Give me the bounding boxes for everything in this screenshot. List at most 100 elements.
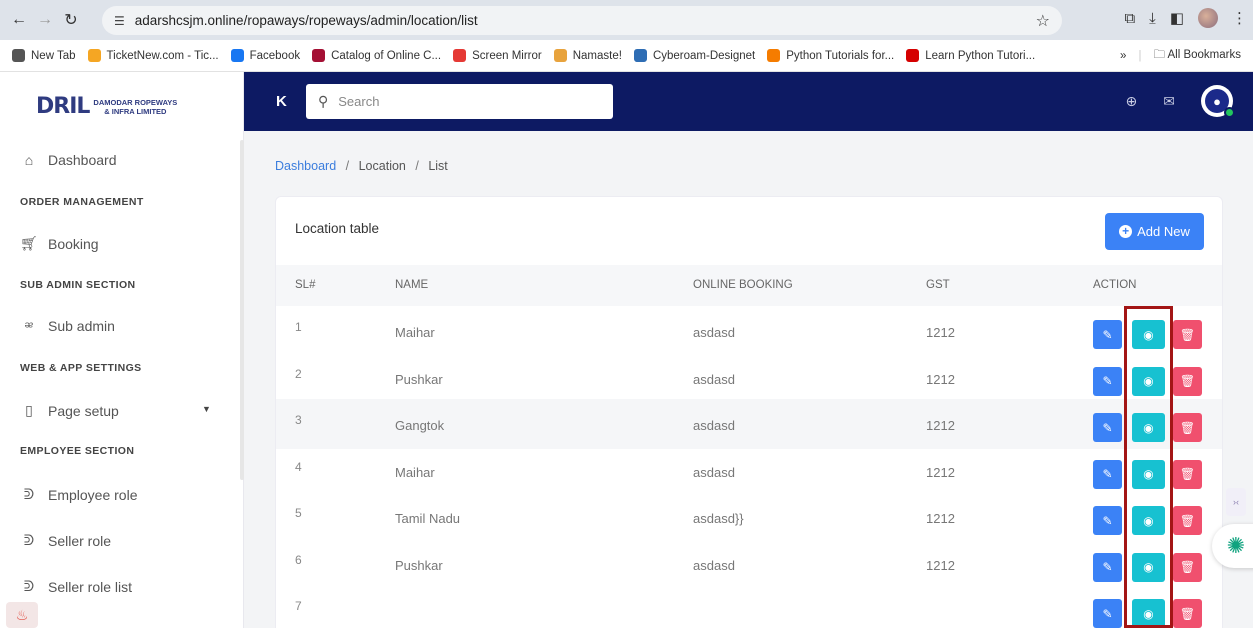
chatgpt-icon[interactable]: ✺	[1212, 524, 1253, 568]
edit-button[interactable]: ✎	[1093, 366, 1122, 396]
table-header: SL# NAME ONLINE BOOKING GST ACTION	[276, 265, 1222, 306]
view-button[interactable]: ◉	[1132, 506, 1165, 535]
pencil-icon: ✎	[1102, 467, 1113, 481]
delete-button[interactable]: 🗑︎	[1173, 599, 1202, 628]
laravel-debug-icon[interactable]: ♨	[6, 602, 38, 628]
edit-button[interactable]: ✎	[1093, 413, 1122, 442]
extensions-icon[interactable]: ⧉	[1124, 10, 1135, 27]
menu-icon[interactable]: ⋮	[1232, 9, 1247, 27]
bookmark-item[interactable]: Facebook	[230, 49, 300, 62]
pencil-icon: ✎	[1102, 606, 1113, 621]
table-row: 4 Maihar asdasd 1212 ✎ ◉ 🗑︎	[276, 446, 1222, 496]
sidebar-item-label: Seller role list	[48, 578, 133, 595]
pencil-icon: ✎	[1102, 374, 1113, 388]
search-placeholder: Search	[338, 94, 380, 109]
bookmark-star-icon[interactable]: ☆	[1036, 11, 1050, 31]
add-new-label: Add New	[1137, 224, 1190, 239]
sidebar-item-booking[interactable]: 🛒︎ Booking	[20, 235, 98, 252]
edit-button[interactable]: ✎	[1093, 506, 1122, 535]
edit-button[interactable]: ✎	[1093, 552, 1122, 582]
view-button[interactable]: ◉	[1132, 366, 1165, 396]
delete-button[interactable]: 🗑︎	[1173, 506, 1202, 535]
add-new-button[interactable]: + Add New	[1105, 213, 1204, 250]
sidebar-item-sub-admin[interactable]: ᵆ Sub admin	[20, 318, 115, 334]
section-sub-admin: SUB ADMIN SECTION	[20, 279, 136, 291]
profile-avatar[interactable]	[1198, 8, 1218, 28]
address-bar[interactable]: ☰ adarshcsjm.online/ropaways/ropeways/ad…	[102, 6, 1062, 35]
row-sl: 1	[295, 320, 302, 334]
edit-button[interactable]: ✎	[1093, 320, 1122, 349]
eye-icon: ◉	[1143, 560, 1154, 574]
more-bookmarks-icon[interactable]: »	[1120, 50, 1126, 62]
view-button[interactable]: ◉	[1132, 599, 1165, 628]
browser-actions: ⧉ ⤓ ◧ ⋮	[1124, 8, 1247, 28]
all-bookmarks-label: All Bookmarks	[1167, 48, 1242, 61]
delete-button[interactable]: 🗑︎	[1173, 366, 1202, 396]
pencil-icon: ✎	[1102, 513, 1113, 528]
eye-icon: ◉	[1143, 467, 1154, 481]
download-icon[interactable]: ⤓	[1149, 10, 1156, 27]
sidepanel-icon[interactable]: ◧	[1170, 9, 1184, 27]
bookmark-label: Python Tutorials for...	[786, 49, 895, 62]
bookmark-item[interactable]: Catalog of Online C...	[312, 49, 441, 62]
forward-icon[interactable]: →	[32, 7, 58, 33]
trash-icon: 🗑︎	[1179, 327, 1196, 342]
reload-icon[interactable]: ↻	[58, 7, 84, 33]
sidebar-scrollbar[interactable]	[240, 140, 244, 480]
edit-button[interactable]: ✎	[1093, 459, 1122, 489]
bookmarks-bar: New Tab TicketNew.com - Tic... Facebook Cat…	[0, 40, 1253, 72]
mail-icon[interactable]: ✉	[1163, 93, 1175, 110]
delete-button[interactable]: 🗑︎	[1173, 552, 1202, 582]
site-settings-icon[interactable]: ☰	[114, 14, 125, 28]
sidebar-item-seller-role-list[interactable]: ᕲ Seller role list	[20, 578, 132, 595]
collapse-sidebar-icon[interactable]: K	[276, 93, 287, 110]
sidebar-item-seller-role[interactable]: ᕲ Seller role	[20, 532, 111, 549]
delete-button[interactable]: 🗑︎	[1173, 413, 1202, 442]
user-avatar[interactable]: ●	[1201, 85, 1235, 118]
row-sl: 7	[295, 599, 302, 613]
page-icon: ▯	[25, 402, 33, 418]
row-online-booking: asdasd	[693, 557, 735, 573]
bookmark-item[interactable]: New Tab	[12, 49, 76, 62]
all-bookmarks[interactable]: 🗀︎ All Bookmarks	[1153, 47, 1241, 66]
trash-icon: 🗑︎	[1179, 606, 1196, 621]
back-icon[interactable]: ←	[6, 7, 32, 33]
sidebar-item-page-setup[interactable]: ▯ Page setup	[20, 402, 119, 419]
bookmark-item[interactable]: TicketNew.com - Tic...	[87, 49, 219, 62]
bookmark-item[interactable]: Python Tutorials for...	[767, 49, 894, 62]
view-button[interactable]: ◉	[1132, 320, 1165, 349]
view-button[interactable]: ◉	[1132, 459, 1165, 489]
company-logo[interactable]: DRIL DAMODAR ROPEWAYS & INFRA LIMITED	[36, 94, 177, 119]
view-button[interactable]: ◉	[1132, 413, 1165, 442]
delete-button[interactable]: 🗑︎	[1173, 320, 1202, 349]
plus-circle-icon: +	[1119, 225, 1133, 238]
bookmark-label: TicketNew.com - Tic...	[106, 49, 219, 62]
search-input[interactable]: ⚲ Search	[306, 84, 613, 119]
caret-down-icon[interactable]: ▼	[202, 404, 211, 414]
sidebar-item-employee-role[interactable]: ᕲ Employee role	[20, 486, 138, 503]
col-action: ACTION	[1093, 279, 1137, 291]
breadcrumb-location: Location	[358, 159, 406, 173]
row-name: Tamil Nadu	[395, 511, 461, 526]
sidebar-item-dashboard[interactable]: ⌂ Dashboard	[20, 152, 117, 168]
trash-icon: 🗑︎	[1179, 513, 1196, 528]
top-icons: ⊕ ✉ ●	[1126, 85, 1235, 118]
edit-button[interactable]: ✎	[1093, 599, 1122, 628]
bookmark-item[interactable]: Learn Python Tutori...	[906, 49, 1035, 62]
breadcrumb: Dashboard / Location / List	[275, 159, 448, 173]
breadcrumb-dashboard[interactable]: Dashboard	[275, 159, 336, 173]
row-online-booking: asdasd}}	[693, 511, 744, 526]
bookmark-item[interactable]: Screen Mirror	[453, 49, 542, 62]
delete-button[interactable]: 🗑︎	[1173, 459, 1202, 489]
eye-icon: ◉	[1143, 606, 1154, 621]
role-icon: ᕲ	[23, 486, 35, 502]
globe-icon[interactable]: ⊕	[1126, 93, 1138, 110]
sidebar: DRIL DAMODAR ROPEWAYS & INFRA LIMITED ⌂ …	[0, 72, 244, 628]
logo-line2: & INFRA LIMITED	[104, 106, 167, 116]
bookmark-item[interactable]: Namaste!	[553, 49, 622, 62]
bookmark-item[interactable]: Cyberoam-Designet	[633, 49, 755, 62]
view-button[interactable]: ◉	[1132, 552, 1165, 582]
extension-handle-icon[interactable]: ›‹	[1226, 488, 1246, 516]
folder-icon: 🗀︎	[1153, 48, 1168, 61]
row-name: Pushkar	[395, 371, 443, 387]
